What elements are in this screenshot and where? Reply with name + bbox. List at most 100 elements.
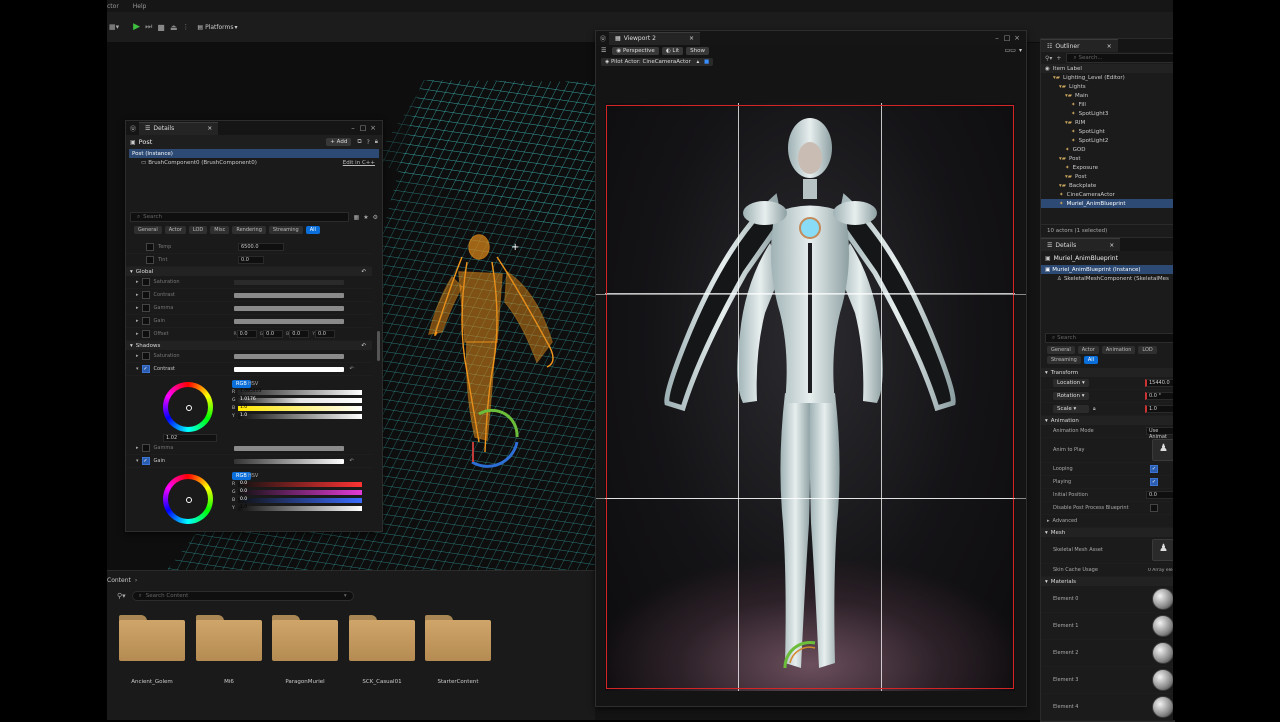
- section-mesh[interactable]: ▾ Mesh: [1041, 528, 1174, 537]
- offset-y[interactable]: 0.0: [315, 330, 335, 338]
- play-icon[interactable]: ▶: [133, 22, 140, 32]
- eject-icon[interactable]: ⏏: [170, 23, 178, 32]
- location-x-field[interactable]: 15440.0: [1145, 379, 1174, 387]
- filter-all[interactable]: All: [305, 225, 320, 234]
- override-checkbox-checked[interactable]: ✓: [141, 365, 150, 373]
- close-icon[interactable]: ×: [1012, 34, 1022, 42]
- chevron-down-icon[interactable]: ▾: [1019, 47, 1022, 54]
- advanced-toggle[interactable]: ▸ Advanced: [1041, 515, 1174, 528]
- filter-lod[interactable]: LOD: [1138, 346, 1157, 354]
- folder-starter-content[interactable]: [425, 615, 491, 661]
- tree-node-icon[interactable]: ✦: [1065, 165, 1070, 171]
- tree-item-skeletal-mesh-component[interactable]: ♙ SkeletalMeshComponent (SkeletalMes: [1041, 274, 1174, 283]
- color-wheel[interactable]: [163, 382, 213, 432]
- material-thumbnail[interactable]: [1152, 642, 1174, 664]
- filter-icon[interactable]: ⚲▾: [1045, 55, 1052, 62]
- add-component-button[interactable]: + Add: [326, 138, 352, 146]
- filter-actor[interactable]: Actor: [164, 225, 186, 234]
- mode-select-icon[interactable]: ▦▾: [109, 23, 119, 31]
- add-icon[interactable]: +: [1056, 55, 1061, 62]
- filter-rendering[interactable]: Rendering: [232, 225, 266, 234]
- tree-node-icon[interactable]: ▾▰: [1059, 156, 1066, 162]
- expand-icon[interactable]: ▸: [136, 305, 139, 311]
- offset-b[interactable]: 0.0: [289, 330, 310, 338]
- filter-general[interactable]: General: [1047, 346, 1075, 354]
- scale-dropdown[interactable]: Scale ▾: [1053, 405, 1089, 413]
- breadcrumb-content[interactable]: Content: [107, 577, 131, 584]
- reset-icon[interactable]: ↶: [350, 366, 354, 372]
- channel-y[interactable]: Y 1.0: [232, 413, 362, 419]
- details-search-input[interactable]: ⌕ Search: [130, 212, 349, 222]
- close-tab-icon[interactable]: ×: [689, 35, 694, 42]
- outliner-item[interactable]: ✦ CineCameraActor: [1041, 190, 1174, 199]
- tree-node-icon[interactable]: ✦: [1071, 102, 1076, 108]
- anim-thumbnail[interactable]: ♟: [1152, 439, 1174, 461]
- expand-icon[interactable]: ▸: [136, 445, 139, 451]
- tree-node-icon[interactable]: ▾▰: [1059, 183, 1066, 189]
- tree-node-icon[interactable]: ▾▰: [1065, 93, 1072, 99]
- color-wheel[interactable]: [163, 474, 213, 524]
- section-animation[interactable]: ▾ Animation: [1041, 416, 1174, 425]
- platforms-button[interactable]: ▤ Platforms ▾: [197, 24, 237, 31]
- tree-node-icon[interactable]: ✦: [1071, 138, 1076, 144]
- expand-icon[interactable]: ▸: [136, 318, 139, 324]
- outliner-item[interactable]: ✦ Exposure: [1041, 163, 1174, 172]
- material-thumbnail[interactable]: [1152, 696, 1174, 718]
- filter-all[interactable]: All: [1083, 356, 1099, 364]
- maximize-icon[interactable]: □: [1002, 34, 1012, 42]
- visibility-icon[interactable]: ✦: [1059, 201, 1064, 207]
- outliner-item[interactable]: ▾▰ Lights: [1041, 82, 1174, 91]
- mode-hsv[interactable]: HSV: [248, 473, 258, 479]
- looping-checkbox[interactable]: ✓: [1150, 465, 1158, 473]
- tree-node-icon[interactable]: ▾▰: [1065, 120, 1072, 126]
- step-icon[interactable]: ⏭: [145, 22, 152, 32]
- menu-item-actor[interactable]: ctor: [107, 3, 119, 10]
- location-dropdown[interactable]: Location ▾: [1053, 379, 1089, 387]
- channel-y[interactable]: Y 1.0: [232, 505, 362, 511]
- outliner-item[interactable]: ▾▰ Backplate: [1041, 181, 1174, 190]
- close-tab-icon[interactable]: ×: [1109, 242, 1114, 249]
- outliner-item[interactable]: ✦ Muriel_AnimBlueprint: [1041, 199, 1174, 208]
- tree-item-brush-component[interactable]: ▭ BrushComponent0 (BrushComponent0) Edit…: [129, 158, 379, 167]
- shadow-gamma-bar[interactable]: [233, 445, 344, 451]
- material-thumbnail[interactable]: [1152, 615, 1174, 637]
- tree-node-icon[interactable]: ▾▰: [1065, 174, 1072, 180]
- reset-icon[interactable]: ↶: [361, 343, 366, 349]
- perspective-button[interactable]: ◉ Perspective: [612, 46, 659, 55]
- show-button[interactable]: Show: [686, 46, 709, 55]
- lit-button[interactable]: ◐ Lit: [661, 46, 684, 55]
- details-scrollbar[interactable]: [377, 331, 380, 361]
- close-tab-icon[interactable]: ×: [1107, 43, 1112, 50]
- eject-icon[interactable]: ▴: [697, 59, 700, 65]
- outliner-item[interactable]: ▾▰ Post: [1041, 154, 1174, 163]
- camera-icon[interactable]: ■: [704, 59, 709, 65]
- material-thumbnail[interactable]: [1152, 669, 1174, 691]
- offset-r[interactable]: 0.0: [236, 330, 257, 338]
- filter-streaming[interactable]: Streaming: [268, 225, 303, 234]
- section-shadows[interactable]: ▾ Shadows ↶: [126, 341, 372, 350]
- tree-node-icon[interactable]: ✦: [1071, 111, 1076, 117]
- folder-sck-casual01[interactable]: [349, 615, 415, 661]
- section-materials[interactable]: ▾ Materials: [1041, 577, 1174, 586]
- tint-value[interactable]: 0.0: [238, 256, 264, 264]
- lock-icon[interactable]: 🔒︎: [1093, 406, 1096, 412]
- channel-r[interactable]: R 0.0: [232, 481, 362, 487]
- playing-checkbox[interactable]: ✓: [1150, 478, 1158, 486]
- help-icon[interactable]: ?: [367, 139, 370, 146]
- tree-node-icon[interactable]: ✦: [1059, 192, 1064, 198]
- outliner-tab[interactable]: ☷ Outliner ×: [1041, 39, 1118, 52]
- outliner-item[interactable]: ✦ SpotLight3: [1041, 109, 1174, 118]
- contrast-value-field[interactable]: 1.02: [163, 434, 217, 442]
- skeletal-mesh-thumbnail[interactable]: ♟: [1152, 539, 1174, 561]
- play-options-icon[interactable]: ⋮: [182, 23, 189, 31]
- filter-animation[interactable]: Animation: [1101, 346, 1136, 354]
- stop-icon[interactable]: ■: [157, 23, 165, 32]
- override-checkbox-checked[interactable]: ✓: [141, 457, 150, 465]
- reset-icon[interactable]: ↶: [350, 458, 354, 464]
- override-checkbox[interactable]: [141, 291, 150, 299]
- pilot-actor-badge[interactable]: ◈ Pilot Actor: CineCameraActor ▴ ■: [601, 57, 714, 66]
- channel-b[interactable]: B 0.0: [232, 497, 362, 503]
- override-checkbox[interactable]: [141, 352, 150, 360]
- outliner-item[interactable]: ✦ GOD: [1041, 145, 1174, 154]
- scale-x-field[interactable]: 1.0: [1145, 405, 1174, 413]
